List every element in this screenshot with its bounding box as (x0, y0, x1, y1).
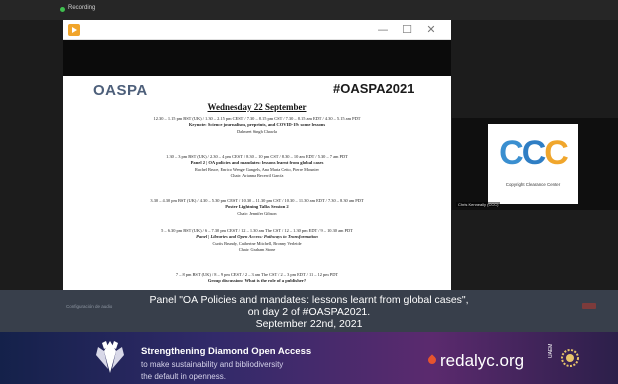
slide-hashtag: #OASPA2021 (333, 81, 415, 96)
day-heading: Wednesday 22 September (207, 102, 307, 112)
promo-banner: Strengthening Diamond Open Access to mak… (0, 332, 618, 384)
uaem-seal-icon (561, 349, 579, 367)
session-title: Group discussion: What is the role of a … (207, 278, 307, 283)
participant-video-tile[interactable]: CCC Copyright Clearance Center Chris Ken… (452, 118, 618, 210)
session-speakers: Dalmeet Singh Chawla (237, 128, 277, 134)
banner-subtitle: to make sustainability and bibliodiversi… (141, 360, 284, 369)
session-block: 3.30 – 4.30 pm BST (UK) / 4.30 – 5.30 pm… (73, 198, 441, 217)
window-toolbar-area (63, 40, 451, 76)
ccc-logo-card: CCC Copyright Clearance Center (488, 124, 578, 204)
session-chair: Chair: Jennifer Gibson (237, 210, 277, 216)
program-slide: OASPA #OASPA2021 Wednesday 22 September … (63, 76, 451, 290)
diamond-oa-logo-icon (96, 341, 124, 373)
uaem-tag: UAEM (548, 343, 554, 358)
redalyc-drop-icon (426, 354, 438, 366)
ccc-letter: C (544, 134, 569, 172)
window-titlebar: — ☐ ✕ (63, 20, 451, 40)
recording-indicator-icon (60, 7, 65, 12)
session-block: 1.30 – 3 pm BST (UK) / 2.30 – 4 pm CEST … (73, 154, 441, 179)
redalyc-brand: redalyc.org (440, 351, 525, 370)
caption-overlay: Configuración de audio Panel "OA Policie… (0, 290, 618, 332)
recording-bar: Recording (0, 0, 618, 20)
recording-label: Recording (68, 5, 96, 11)
banner-title: Strengthening Diamond Open Access (141, 346, 312, 357)
window-close-button[interactable]: ✕ (423, 22, 439, 38)
ccc-letter: C (521, 134, 547, 172)
ccc-letter: C (499, 134, 524, 172)
session-block: 12.30 – 1.15 pm BST (UK) / 1.30 – 2.15 p… (73, 116, 441, 135)
banner-subtitle: the default in openness. (141, 372, 226, 381)
ccc-logo-subtitle: Copyright Clearance Center (505, 182, 561, 187)
oaspa-logo: OASPA (93, 82, 148, 99)
ccc-logo: CCC (488, 134, 578, 173)
shared-screen-window: — ☐ ✕ OASPA #OASPA2021 Wednesday 22 Sept… (63, 20, 451, 290)
video-conference-window: Recording — ☐ ✕ OASPA #OASPA2021 Wednesd… (0, 0, 618, 384)
window-minimize-button[interactable]: — (375, 22, 391, 38)
session-chair: Chair: Arianna Becerril García (230, 172, 284, 178)
caption-line: September 22nd, 2021 (255, 318, 363, 330)
window-maximize-button[interactable]: ☐ (399, 22, 415, 38)
app-play-icon (68, 24, 80, 36)
caption-line: on day 2 of #OASPA2021. (247, 306, 371, 318)
session-block: 7 – 8 pm BST (UK) / 8 – 9 pm CEST / 2 – … (73, 272, 441, 285)
session-chair: Chair: Graham Stone (238, 246, 276, 252)
caption-line: Panel "OA Policies and mandates: lessons… (149, 294, 469, 306)
participant-name: Chris Kenneally (CCC) (456, 202, 501, 207)
session-block: 5 – 6.30 pm BST (UK) / 6 – 7.30 pm CEST … (73, 228, 441, 253)
video-caption: Panel "OA Policies and mandates: lessons… (0, 294, 618, 330)
